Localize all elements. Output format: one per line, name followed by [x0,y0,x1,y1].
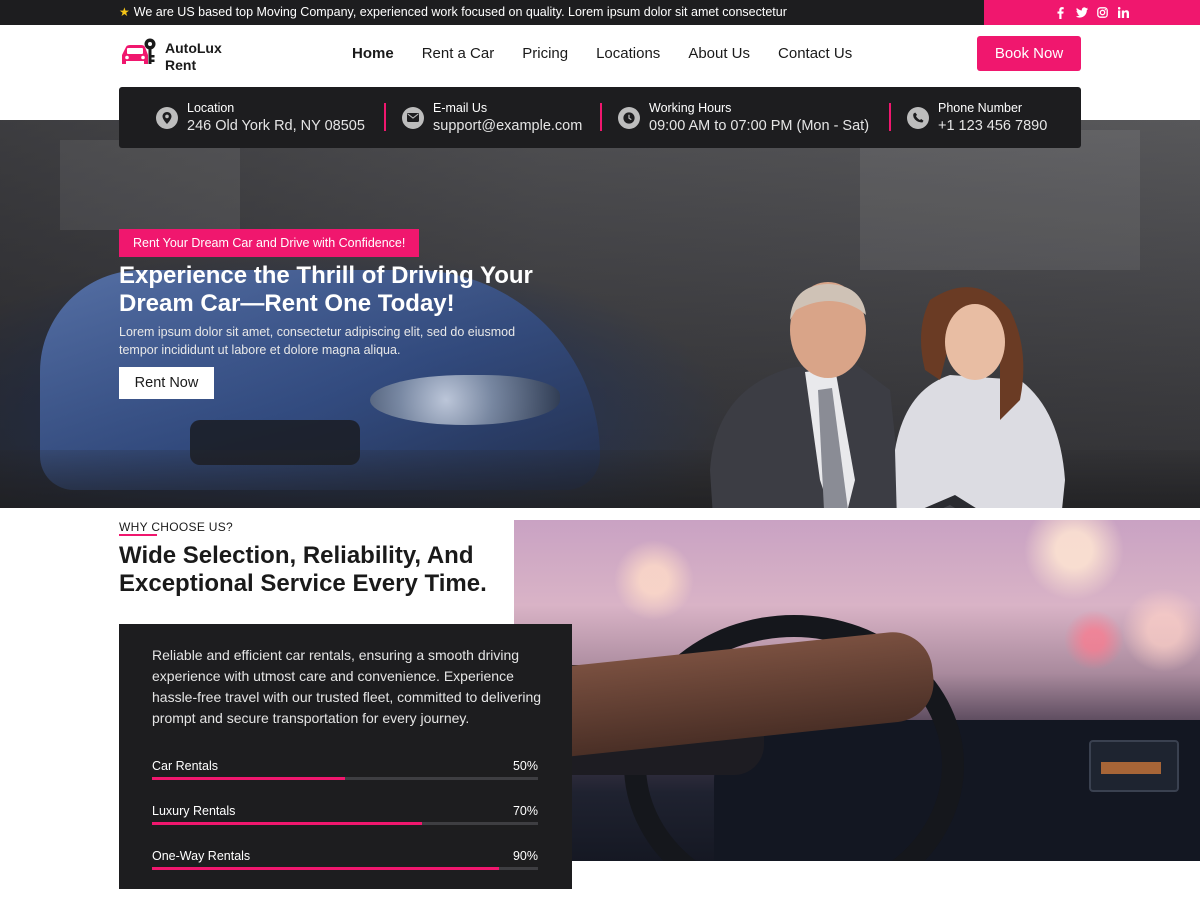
skill-percent: 50% [512,759,538,773]
info-value: 246 Old York Rd, NY 08505 [187,117,365,134]
skill-fill [152,822,423,825]
hero-section: Rent Your Dream Car and Drive with Confi… [0,120,1200,508]
car-key-logo-icon [119,37,159,76]
background-building [860,130,1140,270]
mail-icon [402,106,424,129]
rent-now-button[interactable]: Rent Now [119,367,214,399]
twitter-icon[interactable] [1075,7,1088,19]
announcement: ★ We are US based top Moving Company, ex… [119,5,787,19]
facebook-icon[interactable] [1055,6,1067,19]
site-header: AutoLux Rent Home Rent a Car Pricing Loc… [0,25,1200,87]
announcement-text: We are US based top Moving Company, expe… [133,5,787,19]
top-announcement-bar: ★ We are US based top Moving Company, ex… [0,0,1200,25]
info-label: Phone Number [938,100,1023,115]
location-pin-icon [156,106,178,129]
business-people-image [710,282,1065,508]
skill-track [152,822,538,825]
info-value[interactable]: support@example.com [433,116,582,136]
phone-icon [907,106,929,129]
skill-fill [152,777,345,780]
skill-bar: Car Rentals 50% [152,759,538,780]
logo-line-1: AutoLux [165,39,222,56]
star-icon: ★ [119,5,130,19]
info-label: E-mail Us [433,100,488,115]
logo[interactable]: AutoLux Rent [119,37,222,76]
clock-icon [618,106,640,129]
book-now-button[interactable]: Book Now [977,36,1081,71]
eyebrow-underline [119,534,157,536]
logo-text: AutoLux Rent [165,40,222,74]
skill-percent: 70% [512,804,538,818]
section-title: Wide Selection, Reliability, And Excepti… [119,542,487,597]
background-building [60,140,240,230]
instagram-icon[interactable] [1097,7,1109,19]
info-location: Location 246 Old York Rd, NY 08505 [119,87,384,148]
social-links [984,0,1200,25]
hero-description: Lorem ipsum dolor sit amet, consectetur … [119,325,516,357]
skill-fill [152,867,500,870]
logo-line-2: Rent [165,56,197,73]
nav-pricing[interactable]: Pricing [522,45,568,62]
info-hours: Working Hours 09:00 AM to 07:00 PM (Mon … [600,87,889,148]
dashboard-screen [1089,740,1179,792]
why-card: Reliable and efficient car rentals, ensu… [119,624,572,889]
nav-contact-us[interactable]: Contact Us [778,45,852,62]
skill-percent: 90% [512,849,538,863]
info-label: Location [187,100,235,115]
main-nav: Home Rent a Car Pricing Locations About … [352,45,852,62]
nav-about-us[interactable]: About Us [688,45,750,62]
linkedin-icon[interactable] [1118,7,1130,19]
skill-name: One-Way Rentals [152,849,251,863]
info-email: E-mail Us support@example.com [384,87,600,148]
nav-locations[interactable]: Locations [596,45,660,62]
car-headlight [370,375,560,425]
skill-bar: Luxury Rentals 70% [152,804,538,825]
nav-home[interactable]: Home [352,45,394,62]
skill-name: Luxury Rentals [152,804,236,818]
info-value: 09:00 AM to 07:00 PM (Mon - Sat) [649,117,870,134]
info-label: Working Hours [649,100,732,115]
info-phone: Phone Number +1 123 456 7890 [889,87,1081,148]
skill-name: Car Rentals [152,759,218,773]
skill-track [152,867,538,870]
why-description: Reliable and efficient car rentals, ensu… [152,647,542,726]
skill-bar: One-Way Rentals 90% [152,849,538,870]
section-eyebrow: WHY CHOOSE US? [119,520,233,534]
info-value[interactable]: +1 123 456 7890 [938,116,1047,136]
hero-title: Experience the Thrill of Driving Your Dr… [119,262,533,317]
hero-badge: Rent Your Dream Car and Drive with Confi… [119,229,420,257]
contact-info-bar: Location 246 Old York Rd, NY 08505 E-mai… [119,87,1081,148]
nav-rent-a-car[interactable]: Rent a Car [422,45,495,62]
skill-track [152,777,538,780]
driving-image [514,520,1200,861]
